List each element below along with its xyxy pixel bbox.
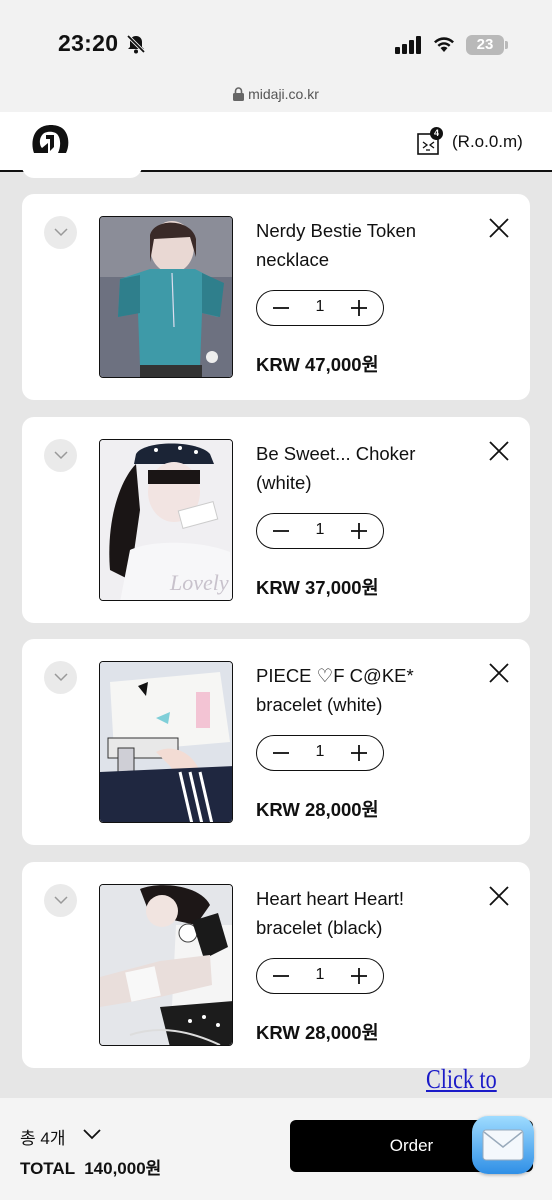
select-toggle[interactable]: [44, 216, 77, 249]
select-toggle[interactable]: [44, 661, 77, 694]
plus-icon[interactable]: [349, 966, 369, 986]
select-toggle[interactable]: [44, 883, 77, 917]
quantity-value[interactable]: 1: [307, 298, 333, 316]
quantity-stepper: 1: [256, 512, 384, 549]
total-price: TOTAL 140,000원: [20, 1159, 162, 1178]
battery-icon: 23: [466, 35, 504, 55]
filter-pill[interactable]: [22, 160, 142, 178]
quantity-stepper: 1: [256, 735, 384, 771]
plus-icon[interactable]: [349, 743, 369, 763]
checkout-bar: 총 4개 TOTAL 140,000원 Order: [0, 1098, 552, 1200]
chevron-down-icon: [54, 673, 68, 682]
bell-muted-icon: [126, 34, 146, 54]
url-text: midaji.co.kr: [248, 86, 319, 102]
url-bar[interactable]: midaji.co.kr: [0, 86, 552, 112]
quantity-value[interactable]: 1: [307, 521, 333, 539]
remove-button[interactable]: [488, 885, 510, 907]
chevron-down-icon: [54, 450, 68, 459]
product-price: KRW 28,000원: [256, 799, 379, 820]
lock-icon: [233, 87, 245, 101]
battery-cap: [505, 41, 508, 49]
quantity-value[interactable]: 1: [307, 966, 333, 984]
product-image[interactable]: [99, 216, 233, 378]
cart-list: Nerdy Bestie Token necklace 1 KRW 47,000…: [22, 194, 530, 1084]
minus-icon[interactable]: [271, 521, 291, 541]
product-name[interactable]: PIECE ♡F C@KE* bracelet (white): [256, 661, 466, 719]
remove-button[interactable]: [488, 662, 510, 684]
cart-item: Lovely Be Sweet... Choker (white) 1 KRW …: [22, 416, 530, 623]
cart-item: PIECE ♡F C@KE* bracelet (white) 1 KRW 28…: [22, 639, 530, 845]
product-image[interactable]: [99, 883, 233, 1046]
chevron-down-icon: [54, 228, 68, 237]
mail-icon[interactable]: [472, 1116, 534, 1174]
remove-button[interactable]: [488, 217, 510, 239]
status-time: 23:20: [58, 30, 119, 56]
product-name[interactable]: Be Sweet... Choker (white): [256, 439, 466, 497]
product-price: KRW 28,000원: [256, 1021, 379, 1043]
cart-item: Heart heart Heart! bracelet (black) 1 KR…: [22, 861, 530, 1068]
room-link[interactable]: (R.o.0.m): [452, 132, 523, 152]
select-toggle[interactable]: [44, 438, 77, 472]
minus-icon[interactable]: [271, 298, 291, 318]
product-price: KRW 37,000원: [256, 576, 379, 598]
remove-button[interactable]: [488, 440, 510, 462]
svg-text:Lovely: Lovely: [169, 570, 229, 595]
minus-icon[interactable]: [271, 743, 291, 763]
minus-icon[interactable]: [271, 966, 291, 986]
wifi-icon: [434, 37, 454, 52]
product-price: KRW 47,000원: [256, 354, 379, 375]
chevron-down-icon[interactable]: [82, 1128, 102, 1140]
product-name[interactable]: Heart heart Heart! bracelet (black): [256, 884, 466, 942]
plus-icon[interactable]: [349, 298, 369, 318]
brand-logo[interactable]: [30, 123, 70, 159]
product-name[interactable]: Nerdy Bestie Token necklace: [256, 216, 466, 274]
total-count: 총 4개: [20, 1129, 66, 1148]
status-bar: 23:20 23: [0, 0, 552, 86]
quantity-value[interactable]: 1: [307, 743, 333, 761]
plus-icon[interactable]: [349, 521, 369, 541]
cart-item: Nerdy Bestie Token necklace 1 KRW 47,000…: [22, 194, 530, 400]
quantity-stepper: 1: [256, 290, 384, 326]
quantity-stepper: 1: [256, 957, 384, 994]
product-image[interactable]: [99, 661, 233, 823]
cart-badge: 4: [430, 127, 443, 140]
chevron-down-icon: [54, 895, 68, 904]
product-image[interactable]: Lovely: [99, 438, 233, 601]
signal-icon: [395, 36, 421, 54]
